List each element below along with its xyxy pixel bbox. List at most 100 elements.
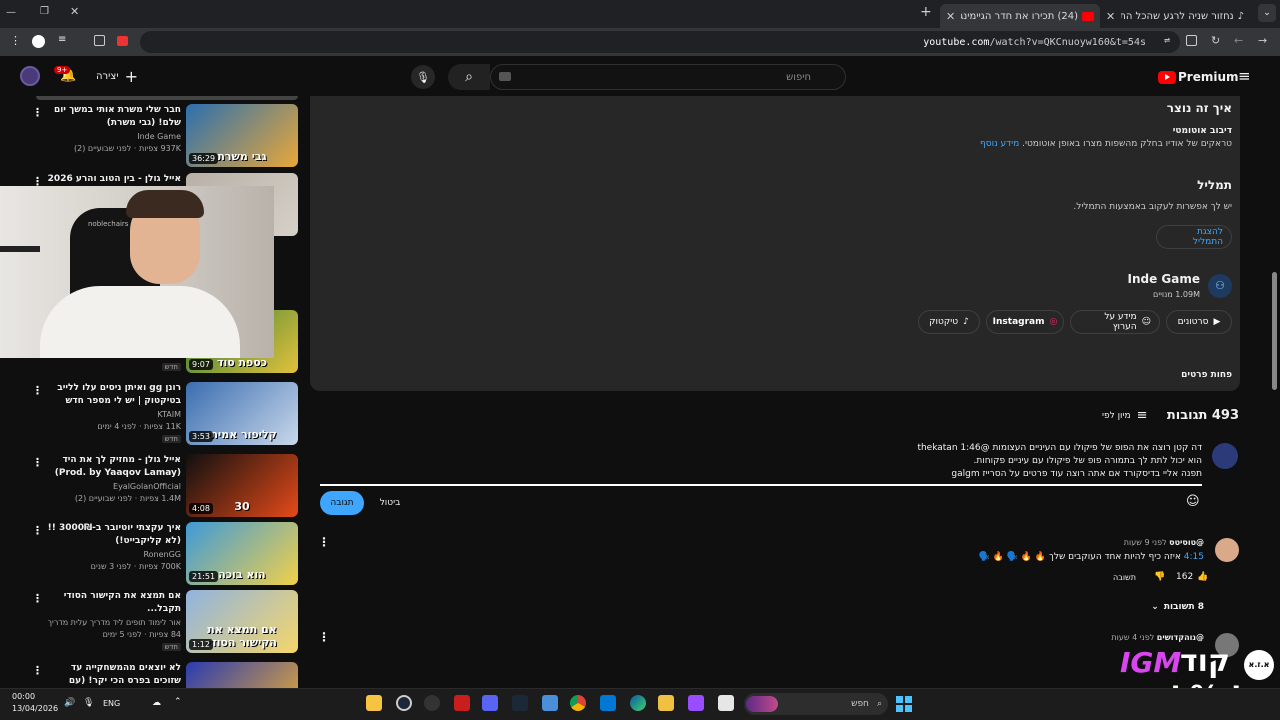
reply-button[interactable]: תשובה [1113,573,1136,582]
submit-reply-button[interactable]: תגובה [320,491,364,515]
comment-draft-input[interactable]: דה קטן רוצה את הפופ של פיקולו עם העיניים… [912,442,1202,481]
new-tab-icon[interactable]: + [920,4,932,20]
voice-search-button[interactable]: 🎙 [411,65,435,89]
side-panel-icon[interactable] [1186,35,1197,46]
video-menu-icon[interactable]: ⋮ [32,524,43,537]
related-video-item[interactable]: קליפור אמיתי 3:53 רונן gg ואיתן ניסים עלו … [32,382,298,446]
video-thumbnail[interactable]: הוא בוכה 21:51 [186,522,298,585]
channel-avatar[interactable]: ⚇ [1208,274,1232,298]
back-icon[interactable]: → [1258,34,1267,47]
replies-toggle[interactable]: 8 תשובות ⌄ [1151,602,1204,612]
hamburger-menu-icon[interactable]: ≡ [1238,67,1251,85]
obs-icon[interactable] [396,695,412,711]
taskbar-app-icon[interactable] [424,695,440,711]
network-icon[interactable]: ☁ [152,698,161,708]
close-tab-icon[interactable]: ✕ [1106,10,1115,23]
reload-icon[interactable]: ↻ [1211,34,1220,47]
discord-icon[interactable] [482,695,498,711]
video-title[interactable]: רונן gg ואיתן ניסים עלו ללייב בטיקטוק | … [41,382,181,408]
video-menu-icon[interactable]: ⋮ [32,456,43,469]
video-menu-icon[interactable]: ⋮ [32,592,43,605]
keyboard-icon[interactable] [499,72,511,81]
minimize-icon[interactable]: — [6,7,16,18]
taskbar-app-icon[interactable] [688,695,704,711]
extensions-icon[interactable] [94,35,105,46]
channel-about-button[interactable]: ☺ מידע על הערוץ [1070,310,1160,334]
youtube-premium-logo[interactable]: Premium [1158,68,1239,86]
video-channel[interactable]: RonenGG [143,550,181,559]
emoji-icon[interactable]: ☺ [1186,494,1200,509]
video-thumbnail[interactable]: 30 4:08 [186,454,298,517]
language-indicator[interactable]: ENG [103,699,120,708]
taskbar-app-icon[interactable] [542,695,558,711]
video-title[interactable]: אייל גולן - מחזיק לך את היד (Prod. by Ya… [41,454,181,480]
windows-start-icon[interactable] [896,696,912,712]
taskbar-app-icon[interactable] [454,695,470,711]
instagram-button[interactable]: ◎ Instagram [986,310,1064,334]
page-scrollbar[interactable] [1272,272,1277,390]
tab-strip-icon[interactable]: ≡ [58,34,66,45]
address-bar[interactable]: youtube.com/watch?v=QKCnuoyw160&t=54s ⇌ [140,31,1180,53]
tray-chevron-icon[interactable]: ⌃ [174,697,182,707]
video-channel[interactable]: KTAIM [157,410,181,419]
video-channel[interactable]: Inde Game [137,132,181,141]
video-menu-icon[interactable]: ⋮ [32,106,43,119]
video-menu-icon[interactable]: ⋮ [32,664,43,677]
comment-header: @טוסיטס לפני 9 שעות [1124,538,1204,547]
store-icon[interactable] [600,695,616,711]
show-less-button[interactable]: פחות פרטים [1181,370,1232,380]
video-channel[interactable]: אור לימוד תופים ליד מדריך עלית מדריך [48,618,181,627]
taskbar-app-icon[interactable] [366,695,382,711]
tiktok-button[interactable]: ♪ טיקטוק [918,310,980,334]
site-settings-icon[interactable]: ⇌ [1164,35,1170,46]
menu-dots-icon[interactable]: ⋮ [10,34,21,47]
video-title[interactable]: איך עקצתי יוטיובר ב-3000₪ !! (לא קליקביי… [41,522,181,548]
chrome-icon[interactable] [570,695,586,711]
search-button[interactable]: ⌕ [448,64,490,90]
tab-gaming-room[interactable]: ✕ (24) תכירו את חדר הגיימינג הח [940,4,1100,28]
comment-menu-icon[interactable]: ⋮ [318,630,330,644]
show-transcript-button[interactable]: להצגת התמליל [1156,225,1232,249]
restore-icon[interactable]: ❐ [40,6,49,17]
tab-tiktok[interactable]: ✕ נחזור שניה לרגע שהכל התחיל? ♪ [1100,4,1250,28]
video-channel[interactable]: EyalGolanOfficial [113,482,181,491]
volume-icon[interactable]: 🔊 [64,698,75,708]
video-thumbnail[interactable]: קליפור אמיתי 3:53 [186,382,298,445]
create-button[interactable]: יצירה + [96,66,138,86]
thumbs-down-icon[interactable]: 👎 [1154,572,1165,582]
comment-menu-icon[interactable]: ⋮ [318,535,330,549]
steam-icon[interactable] [512,695,528,711]
video-title[interactable]: חבר שלי משרת אותי במשך יום שלם! (גבי משר… [41,104,181,130]
video-menu-icon[interactable]: ⋮ [32,384,43,397]
related-video-item[interactable]: 30 4:08 אייל גולן - מחזיק לך את היד (Prod.… [32,454,298,518]
microphone-tray-icon[interactable]: 🎙 [83,698,94,708]
avatar[interactable] [20,66,40,86]
related-video-item[interactable]: אם תמצא את הקישור הסודי 1:12 אם תמצא את הק… [32,590,298,654]
videos-button[interactable]: ▶ סרטונים [1166,310,1232,334]
related-video-item[interactable]: הוא בוכה 21:51 איך עקצתי יוטיובר ב-3000₪ !… [32,522,298,586]
commenter-avatar[interactable] [1215,538,1239,562]
close-window-icon[interactable]: ✕ [70,5,79,18]
edge-icon[interactable] [630,695,646,711]
file-explorer-icon[interactable] [658,695,674,711]
timestamp-link[interactable]: 4:15 [1184,552,1204,562]
sort-button[interactable]: מיון לפי ≡ [1102,408,1148,423]
taskbar-search[interactable]: חפש ⌕ [744,693,888,715]
video-title[interactable]: אם תמצא את הקישור הסודי תקבל... [41,590,181,616]
close-tab-icon[interactable]: ✕ [946,10,955,23]
video-thumbnail[interactable]: אם תמצא את הקישור הסודי 1:12 [186,590,298,653]
comment-author[interactable]: @טוסיטס [1169,538,1204,547]
forward-icon[interactable]: ← [1234,34,1243,47]
taskbar-app-icon[interactable] [718,695,734,711]
profile-icon[interactable] [32,35,45,48]
related-video-item[interactable]: גבי משרת 36:29 חבר שלי משרת אותי במשך יום … [32,104,298,168]
video-thumbnail[interactable]: גבי משרת 36:29 [186,104,298,167]
cancel-button[interactable]: ביטול [372,491,408,515]
more-info-link[interactable]: מידע נוסף [980,139,1019,149]
extension-red-icon[interactable] [117,36,128,46]
like-button[interactable]: 162 👍 [1176,572,1208,582]
video-title[interactable]: אייל גולן - בין הטוב והרע 2026 [41,173,181,186]
channel-name[interactable]: Inde Game [1127,272,1200,286]
tab-search-icon[interactable]: ⌄ [1258,4,1276,22]
search-input[interactable]: חיפוש [490,64,846,90]
